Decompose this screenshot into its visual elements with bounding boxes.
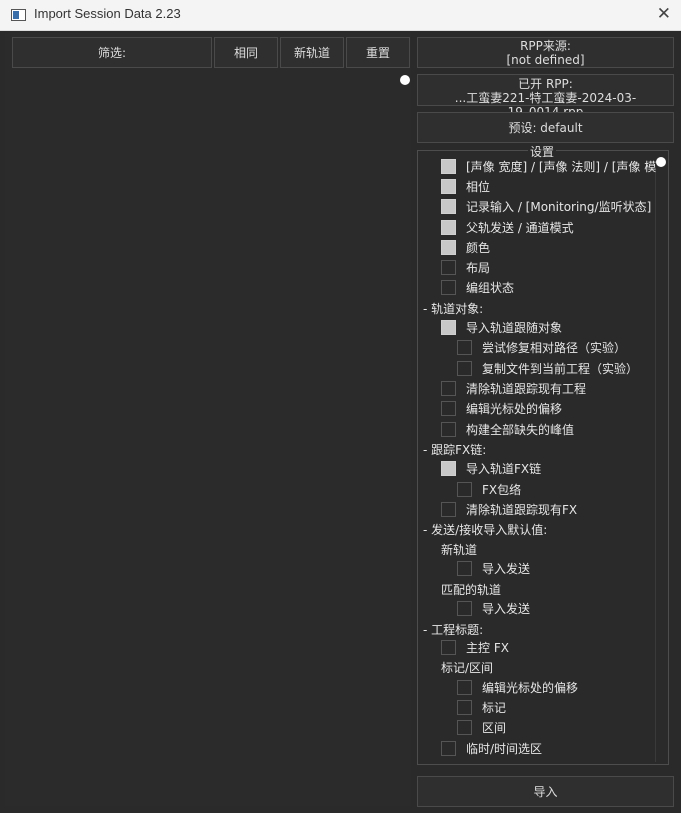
edit-cursor-offset-label: 编辑光标处的偏移 — [482, 681, 579, 695]
title-bar: Import Session Data 2.23 ✕ — [0, 0, 681, 31]
checkbox-layout[interactable] — [441, 260, 456, 275]
import-button[interactable]: 导入 — [417, 776, 674, 807]
checkbox-color[interactable] — [441, 240, 456, 255]
copy-files-label: 复制文件到当前工程（实验） — [482, 362, 639, 376]
checkbox-parent-send[interactable] — [441, 220, 456, 235]
fx-header: - 跟踪FX链: — [423, 443, 487, 457]
checkbox-clear-items[interactable] — [441, 381, 456, 396]
checkbox-record-input[interactable] — [441, 199, 456, 214]
opened-rpp-button[interactable]: 已开 RPP: ...工蛮妻221-特工蛮妻-2024-03-19_0014.r… — [417, 74, 674, 119]
left-scroll-handle[interactable] — [400, 75, 410, 85]
settings-scrollbar[interactable] — [655, 166, 666, 762]
time-selection-label: 临时/时间选区 — [466, 742, 543, 756]
color-label: 颜色 — [466, 241, 491, 255]
phase-label: 相位 — [466, 180, 491, 194]
checkbox-import-fx[interactable] — [441, 461, 456, 476]
close-icon[interactable]: ✕ — [657, 4, 671, 24]
fx-envelope-label: FX包络 — [482, 483, 522, 497]
clear-fx-label: 清除轨道跟踪现有FX — [466, 503, 578, 517]
group-state-label: 编组状态 — [466, 281, 515, 295]
checkbox-fx-envelope[interactable] — [457, 482, 472, 497]
rpp-source-value: [not defined] — [506, 53, 585, 67]
rpp-source-label: RPP来源: — [520, 39, 571, 53]
checkbox-new-track-sends[interactable] — [457, 561, 472, 576]
parent-send-label: 父轨发送 / 通道模式 — [466, 221, 574, 235]
preset-button[interactable]: 预设: default — [417, 112, 674, 143]
checkbox-master-fx[interactable] — [441, 640, 456, 655]
clear-items-label: 清除轨道跟踪现有工程 — [466, 382, 587, 396]
sends-matched-label: 匹配的轨道 — [441, 583, 502, 597]
import-fx-label: 导入轨道FX链 — [466, 462, 542, 476]
app-icon — [11, 9, 26, 21]
checkbox-clear-fx[interactable] — [441, 502, 456, 517]
checkbox-regions[interactable] — [457, 720, 472, 735]
checkbox-time-selection[interactable] — [441, 741, 456, 756]
track-list[interactable] — [12, 70, 397, 790]
checkbox-fix-paths[interactable] — [457, 340, 472, 355]
track-items-header: - 轨道对象: — [423, 302, 484, 316]
checkbox-import-items[interactable] — [441, 320, 456, 335]
new-track-button[interactable]: 新轨道 — [280, 37, 344, 68]
window-title: Import Session Data 2.23 — [34, 6, 181, 21]
reset-button[interactable]: 重置 — [346, 37, 410, 68]
checkbox-phase[interactable] — [441, 179, 456, 194]
project-header: - 工程标题: — [423, 623, 484, 637]
checkbox-cursor-offset[interactable] — [441, 401, 456, 416]
sends-header: - 发送/接收导入默认值: — [423, 523, 548, 537]
markers-label: 标记 — [482, 701, 507, 715]
fix-paths-label: 尝试修复相对路径（实验） — [482, 341, 627, 355]
markers-regions-label: 标记/区间 — [441, 661, 494, 675]
checkbox-markers[interactable] — [457, 700, 472, 715]
cursor-offset-label: 编辑光标处的偏移 — [466, 402, 563, 416]
new-track-sends-label: 导入发送 — [482, 562, 531, 576]
import-items-label: 导入轨道跟随对象 — [466, 321, 563, 335]
filter-field[interactable]: 筛选: — [12, 37, 212, 68]
checkbox-matched-sends[interactable] — [457, 601, 472, 616]
matched-sends-label: 导入发送 — [482, 602, 531, 616]
checkbox-copy-files[interactable] — [457, 361, 472, 376]
record-input-label: 记录输入 / [Monitoring/监听状态] — [466, 200, 652, 214]
checkbox-pan[interactable] — [441, 159, 456, 174]
pan-label: [声像 宽度] / [声像 法则] / [声像 模 — [466, 160, 657, 174]
settings-scroll-handle[interactable] — [656, 157, 666, 167]
layout-label: 布局 — [466, 261, 491, 275]
same-button[interactable]: 相同 — [214, 37, 278, 68]
sends-new-track-label: 新轨道 — [441, 543, 478, 557]
checkbox-edit-cursor-offset[interactable] — [457, 680, 472, 695]
opened-rpp-label: 已开 RPP: — [518, 77, 573, 91]
build-peaks-label: 构建全部缺失的峰值 — [466, 423, 575, 437]
checkbox-group-state[interactable] — [441, 280, 456, 295]
rpp-source-button[interactable]: RPP来源: [not defined] — [417, 37, 674, 68]
regions-label: 区间 — [482, 721, 507, 735]
checkbox-build-peaks[interactable] — [441, 422, 456, 437]
master-fx-label: 主控 FX — [466, 641, 509, 655]
